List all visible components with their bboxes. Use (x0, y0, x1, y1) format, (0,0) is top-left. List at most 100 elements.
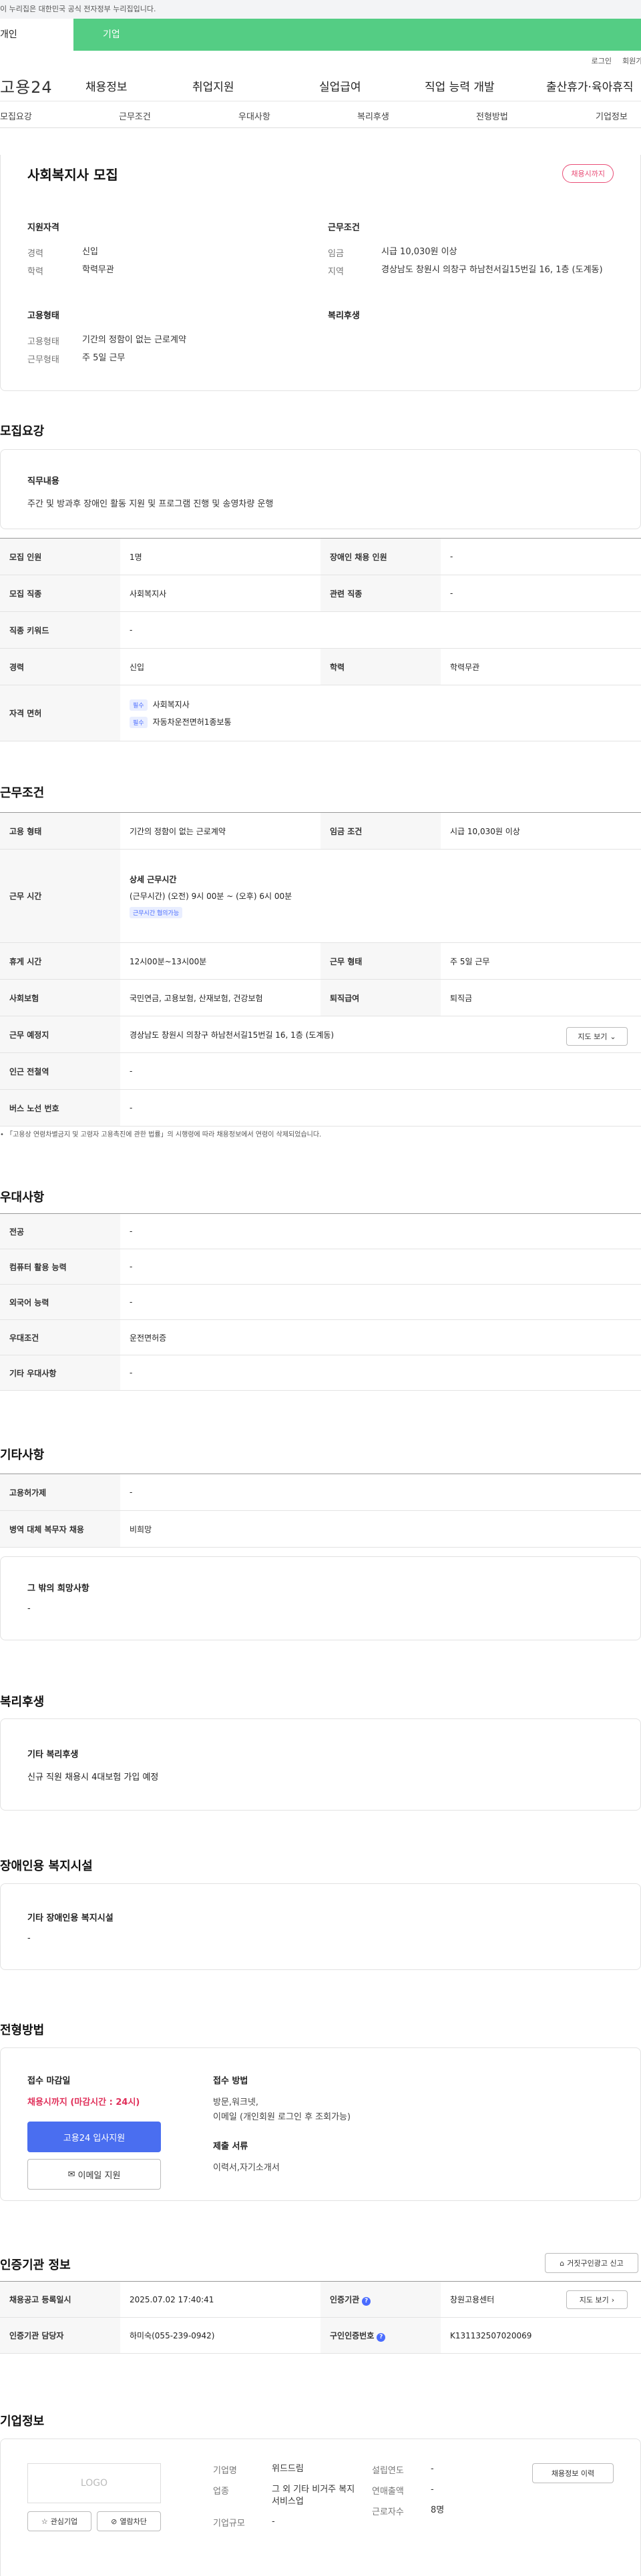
keyword-value: - (120, 611, 641, 649)
gov-banner: 이 누리집은 대한민국 공식 전자정부 누리집입니다. (0, 0, 641, 19)
career-req-label: 경력 (0, 648, 120, 685)
license-label: 자격 면허 (0, 685, 120, 741)
founded-label: 설립연도 (372, 2466, 404, 2476)
cert-number-value: K131132507020069 (441, 2317, 641, 2354)
emp-type-label: 고용형태 (27, 337, 59, 347)
method-value-1: 방문,워크넷, (213, 2098, 259, 2108)
tab-preference[interactable]: 우대사항 (238, 109, 270, 122)
rest-time-label: 휴게 시간 (0, 942, 120, 980)
table-row: 기타 우대사항 - (0, 1355, 641, 1391)
company-heading: 기업정보 (0, 2414, 45, 2429)
related-occupation-value: - (441, 575, 641, 612)
work-shape-label: 근무 형태 (320, 942, 441, 980)
welfare-value: 신규 직원 채용시 4대보험 가입 예정 (27, 1773, 159, 1783)
table-row: 근무 시간 상세 근무시간 (근무시간) (오전) 9시 00분 ~ (오후) … (0, 849, 641, 943)
gnb-job-info[interactable]: 채용정보 (85, 77, 192, 94)
qualification-block: 지원자격 경력 신입 학력 학력무관 (27, 220, 294, 282)
gnb-vocational-training[interactable]: 직업 능력 개발 (425, 77, 546, 94)
recruit-table: 모집 인원 1명 장애인 채용 인원 - 모집 직종 사회복지사 관련 직종 - 직종 … (0, 538, 641, 741)
tab-welfare[interactable]: 복리후생 (357, 109, 389, 122)
military-label: 병역 대체 복무자 채용 (0, 1510, 120, 1548)
table-row: 컴퓨터 활용 능력 - (0, 1249, 641, 1285)
related-occupation-label: 관련 직종 (320, 575, 441, 612)
gnb-unemployment-benefit[interactable]: 실업급여 (319, 77, 425, 94)
signup-link[interactable]: 회원가입 (622, 55, 641, 66)
bus-value: - (120, 1089, 641, 1126)
duty-title: 직무내용 (27, 476, 59, 487)
welfare-heading: 복리후생 (0, 1695, 45, 1709)
cert-org-value: 창원고용센터 (450, 2295, 495, 2304)
reg-date-value: 2025.07.02 17:40:41 (120, 2281, 320, 2318)
sales-value: - (431, 2485, 434, 2495)
info-icon[interactable]: ? (362, 2296, 371, 2306)
welfare-card: 기타 복리후생 신규 직원 채용시 4대보험 가입 예정 (0, 1718, 641, 1811)
job-summary-card: 사회복지사 모집 채용시까지 지원자격 경력 신입 학력 학력무관 근무조건 임금 시… (0, 155, 641, 391)
occupation-label: 모집 직종 (0, 575, 120, 612)
work-shape-value: 주 5일 근무 (441, 942, 641, 980)
tab-company-info[interactable]: 기업정보 (596, 109, 628, 122)
disabled-headcount-label: 장애인 채용 인원 (320, 538, 441, 575)
tab-process[interactable]: 전형방법 (476, 109, 508, 122)
recruit-heading: 모집요강 (0, 424, 45, 438)
table-row: 자격 면허 필수 사회복지사 필수 자동차운전면허1종보통 (0, 685, 641, 741)
login-link[interactable]: 로그인 (592, 55, 612, 66)
table-row: 고용 형태 기간의 정함이 없는 근로계약 임금 조건 시급 10,030원 이상 (0, 812, 641, 850)
chevron-right-icon: › (611, 2295, 615, 2304)
other-pref-label: 기타 우대사항 (0, 1355, 120, 1391)
table-row: 직종 키워드 - (0, 611, 641, 649)
work-place-value: 경상남도 창원시 의창구 하남천서길15번길 16, 1층 (도계동) (130, 1030, 335, 1040)
emp-type-value: 기간의 정함이 없는 근로계약 (120, 812, 320, 850)
tab-work-condition[interactable]: 근무조건 (119, 109, 151, 122)
report-button[interactable]: ⌂ 거짓구인광고 신고 (545, 2253, 638, 2273)
computer-label: 컴퓨터 활용 능력 (0, 1249, 120, 1285)
global-nav: 고용24 채용정보 취업지원 실업급여 직업 능력 개발 출산휴가·육아휴직 (0, 71, 641, 101)
company-scale-label: 기업규모 (213, 2519, 245, 2529)
education-label: 학력 (27, 267, 43, 277)
education-req-value: 학력무관 (441, 648, 641, 685)
language-label: 외국어 능력 (0, 1284, 120, 1320)
etc-heading: 기타사항 (0, 1448, 45, 1462)
insurance-label: 사회보험 (0, 979, 120, 1016)
headcount-value: 1명 (120, 538, 320, 575)
info-icon[interactable]: ? (377, 2332, 386, 2342)
employees-value: 8명 (431, 2505, 445, 2515)
required-tag: 필수 (130, 699, 148, 711)
history-button[interactable]: 채용정보 이력 (532, 2463, 614, 2483)
top-links: 로그인 회원가입 (0, 51, 641, 71)
major-label: 전공 (0, 1213, 120, 1249)
cert-map-button[interactable]: 지도 보기 › (566, 2290, 628, 2309)
qualification-title: 지원자격 (27, 223, 59, 233)
occupation-value: 사회복지사 (120, 575, 320, 612)
tab-personal[interactable]: 개인 (0, 19, 73, 51)
star-icon: ☆ (41, 2517, 48, 2526)
table-row: 버스 노선 번호 - (0, 1089, 641, 1126)
site-logo[interactable]: 고용24 (0, 74, 85, 97)
map-button[interactable]: 지도 보기 ⌄ (566, 1027, 628, 1046)
work-table: 고용 형태 기간의 정함이 없는 근로계약 임금 조건 시급 10,030원 이상 … (0, 812, 641, 1126)
table-row: 모집 직종 사회복지사 관련 직종 - (0, 575, 641, 612)
work-time-label: 근무 시간 (0, 849, 120, 943)
gnb-parental-leave[interactable]: 출산휴가·육아휴직 (546, 77, 641, 94)
email-apply-button[interactable]: ✉ 이메일 지원 (27, 2159, 161, 2190)
process-heading: 전형방법 (0, 2023, 45, 2037)
work-time-value: 상세 근무시간 (근무시간) (오전) 9시 00분 ~ (오후) 6시 00분… (120, 849, 641, 943)
insurance-value: 국민연금, 고용보험, 산재보험, 건강보험 (120, 979, 320, 1016)
method-title: 접수 방법 (213, 2076, 248, 2086)
gnb-employment-support[interactable]: 취업지원 (192, 77, 319, 94)
favorite-company-button[interactable]: ☆ 관심기업 (27, 2511, 91, 2531)
work-form-label: 근무형태 (27, 355, 59, 365)
apply-button[interactable]: 고용24 입사지원 (27, 2122, 161, 2152)
wage-value: 시급 10,030원 이상 (381, 247, 457, 257)
block-view-button[interactable]: ⊘ 열람차단 (97, 2511, 161, 2531)
bus-label: 버스 노선 번호 (0, 1089, 120, 1126)
process-card: 접수 마감일 채용시까지 (마감시간 : 24시) 고용24 입사지원 ✉ 이메일… (0, 2047, 641, 2201)
docs-value: 이력서,자기소개서 (213, 2163, 280, 2173)
tab-recruit[interactable]: 모집요강 (0, 109, 32, 122)
table-row: 휴게 시간 12시00분~13시00분 근무 형태 주 5일 근무 (0, 942, 641, 980)
employment-type-title: 고용형태 (27, 311, 59, 321)
tab-company[interactable]: 기업 (73, 19, 120, 51)
condition-title: 근무조건 (328, 223, 360, 233)
wage-condition-value: 시급 10,030원 이상 (441, 812, 641, 850)
deadline-title: 접수 마감일 (27, 2076, 71, 2086)
career-value: 신입 (82, 247, 98, 257)
